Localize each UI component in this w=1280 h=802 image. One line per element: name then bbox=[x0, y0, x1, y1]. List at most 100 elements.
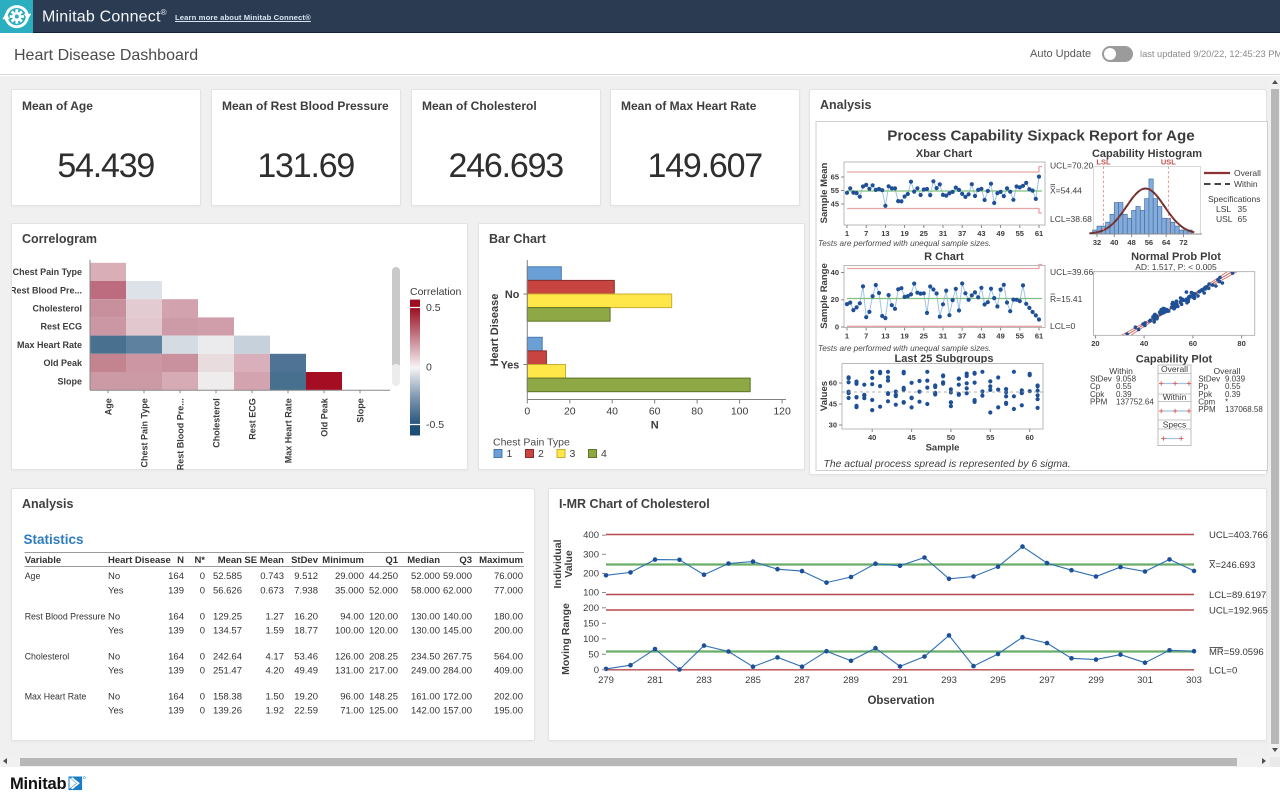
svg-text:N*: N* bbox=[194, 555, 205, 566]
svg-text:40: 40 bbox=[868, 433, 876, 442]
svg-text:22.59: 22.59 bbox=[294, 706, 318, 717]
svg-text:137068.58: 137068.58 bbox=[1225, 405, 1263, 414]
svg-text:281: 281 bbox=[647, 675, 663, 686]
svg-text:LSL: LSL bbox=[1216, 204, 1231, 214]
svg-text:Sample: Sample bbox=[926, 443, 960, 454]
svg-text:300: 300 bbox=[583, 549, 599, 560]
svg-text:7: 7 bbox=[864, 229, 868, 238]
svg-text:164: 164 bbox=[168, 692, 184, 703]
svg-text:164: 164 bbox=[168, 571, 184, 582]
svg-text:Median: Median bbox=[407, 555, 440, 566]
svg-text:279: 279 bbox=[598, 675, 614, 686]
svg-text:No: No bbox=[108, 652, 120, 663]
svg-text:43: 43 bbox=[977, 229, 985, 238]
svg-text:172.00: 172.00 bbox=[443, 692, 472, 703]
svg-text:242.64: 242.64 bbox=[213, 652, 242, 663]
svg-text:Max Heart Rate: Max Heart Rate bbox=[284, 398, 294, 463]
svg-text:20: 20 bbox=[1091, 339, 1099, 348]
svg-text:N: N bbox=[651, 420, 659, 432]
svg-text:USL: USL bbox=[1216, 214, 1233, 224]
svg-text:Statistics: Statistics bbox=[24, 532, 84, 547]
svg-text:157.00: 157.00 bbox=[443, 706, 472, 717]
svg-text:283: 283 bbox=[696, 675, 712, 686]
svg-text:53.46: 53.46 bbox=[294, 652, 318, 663]
svg-text:1.59: 1.59 bbox=[266, 626, 285, 637]
svg-text:0: 0 bbox=[200, 571, 205, 582]
svg-text:UCL=70.20: UCL=70.20 bbox=[1050, 161, 1094, 171]
svg-text:267.75: 267.75 bbox=[443, 652, 472, 663]
svg-text:76.000: 76.000 bbox=[494, 571, 523, 582]
svg-text:Correlation: Correlation bbox=[410, 286, 462, 298]
svg-text:40: 40 bbox=[831, 268, 839, 277]
svg-text:55: 55 bbox=[831, 186, 839, 195]
svg-text:77.000: 77.000 bbox=[494, 586, 523, 597]
svg-text:30: 30 bbox=[829, 421, 837, 430]
svg-text:LCL=0: LCL=0 bbox=[1050, 321, 1076, 331]
svg-text:60: 60 bbox=[1189, 339, 1197, 348]
svg-text:400: 400 bbox=[583, 530, 599, 541]
svg-text:72: 72 bbox=[1179, 238, 1187, 247]
svg-text:126.00: 126.00 bbox=[335, 652, 364, 663]
svg-text:145.00: 145.00 bbox=[443, 626, 472, 637]
svg-text:293: 293 bbox=[941, 675, 957, 686]
svg-text:49: 49 bbox=[996, 332, 1004, 341]
svg-text:25: 25 bbox=[920, 229, 928, 238]
svg-text:UCL=39.66: UCL=39.66 bbox=[1050, 267, 1094, 277]
svg-text:120: 120 bbox=[773, 406, 791, 418]
svg-text:Cholesterol: Cholesterol bbox=[32, 304, 82, 314]
svg-text:289: 289 bbox=[843, 675, 859, 686]
svg-text:100: 100 bbox=[583, 634, 599, 645]
svg-text:Chest Pain Type: Chest Pain Type bbox=[140, 398, 150, 467]
svg-text:X=246.693: X=246.693 bbox=[1209, 560, 1255, 571]
svg-text:35: 35 bbox=[1238, 204, 1248, 214]
svg-text:150: 150 bbox=[583, 618, 599, 629]
svg-text:Chest Pain Type: Chest Pain Type bbox=[493, 437, 570, 449]
svg-text:140.00: 140.00 bbox=[443, 612, 472, 623]
svg-text:Sample Mean: Sample Mean bbox=[819, 162, 830, 223]
svg-text:Slope: Slope bbox=[356, 398, 366, 423]
svg-text:0: 0 bbox=[200, 666, 205, 677]
svg-text:100: 100 bbox=[731, 406, 749, 418]
svg-text:25: 25 bbox=[920, 332, 928, 341]
svg-text:120.00: 120.00 bbox=[369, 612, 398, 623]
svg-text:130.00: 130.00 bbox=[411, 612, 440, 623]
svg-text:50: 50 bbox=[588, 649, 599, 660]
svg-text:0: 0 bbox=[426, 362, 432, 374]
svg-text:13: 13 bbox=[881, 332, 889, 341]
svg-text:32: 32 bbox=[1093, 238, 1101, 247]
svg-text:Chest Pain Type: Chest Pain Type bbox=[13, 267, 82, 277]
svg-text:56: 56 bbox=[1145, 238, 1153, 247]
svg-text:200: 200 bbox=[583, 568, 599, 579]
svg-text:No: No bbox=[108, 612, 120, 623]
svg-text:161.00: 161.00 bbox=[411, 692, 440, 703]
svg-text:49: 49 bbox=[996, 229, 1004, 238]
svg-text:80: 80 bbox=[691, 406, 703, 418]
svg-text:7.938: 7.938 bbox=[294, 586, 318, 597]
svg-text:40: 40 bbox=[1140, 339, 1148, 348]
svg-text:0: 0 bbox=[200, 706, 205, 717]
svg-text:301: 301 bbox=[1137, 675, 1153, 686]
svg-text:96.00: 96.00 bbox=[340, 692, 364, 703]
svg-text:Tests are performed with unequ: Tests are performed with unequal sample … bbox=[818, 344, 991, 353]
svg-text:52.000: 52.000 bbox=[369, 586, 398, 597]
svg-text:0: 0 bbox=[200, 692, 205, 703]
svg-text:295: 295 bbox=[990, 675, 1006, 686]
svg-text:3: 3 bbox=[570, 448, 576, 460]
svg-text:49.49: 49.49 bbox=[294, 666, 318, 677]
svg-text:158.38: 158.38 bbox=[213, 692, 242, 703]
svg-text:60: 60 bbox=[1026, 433, 1034, 442]
svg-text:20: 20 bbox=[831, 295, 839, 304]
svg-text:0: 0 bbox=[835, 323, 839, 332]
svg-text:USL: USL bbox=[1161, 158, 1176, 167]
svg-text:60: 60 bbox=[649, 406, 661, 418]
svg-text:13: 13 bbox=[881, 229, 889, 238]
svg-text:Heart Disease: Heart Disease bbox=[489, 294, 501, 367]
svg-text:303: 303 bbox=[1186, 675, 1202, 686]
svg-text:297: 297 bbox=[1039, 675, 1055, 686]
svg-text:Overall: Overall bbox=[1234, 168, 1261, 178]
svg-text:139: 139 bbox=[168, 666, 184, 677]
svg-text:55: 55 bbox=[1016, 332, 1024, 341]
svg-text:37: 37 bbox=[958, 229, 966, 238]
svg-text:45: 45 bbox=[831, 200, 839, 209]
svg-text:Variable: Variable bbox=[25, 555, 61, 566]
